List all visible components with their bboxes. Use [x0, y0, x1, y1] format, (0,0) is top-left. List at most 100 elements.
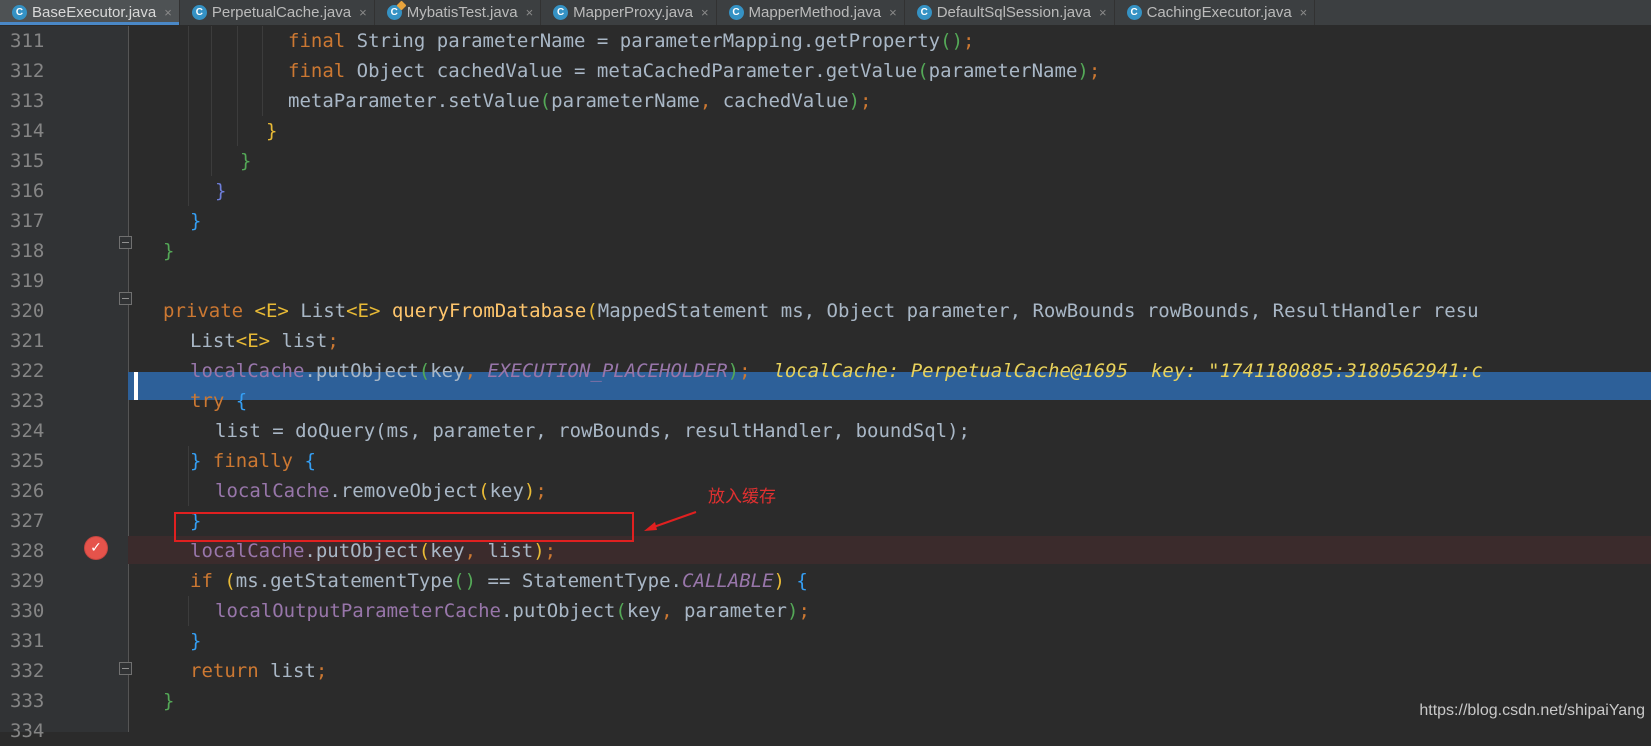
code-line[interactable]: 323 try {	[0, 386, 1651, 416]
line-number: 316	[10, 180, 45, 202]
tab-mybatistest[interactable]: C MybatisTest.java ×	[375, 0, 542, 25]
line-number: 312	[10, 60, 45, 82]
close-icon[interactable]: ×	[889, 5, 897, 20]
class-icon-letter: C	[732, 7, 740, 18]
code-text[interactable]: }	[215, 176, 226, 206]
tab-mappermethod[interactable]: C MapperMethod.java ×	[717, 0, 905, 25]
code-line[interactable]: 332 return list;	[0, 656, 1651, 686]
line-number: 318	[10, 240, 45, 262]
class-icon-letter: C	[920, 7, 928, 18]
code-text[interactable]: private <E> List<E> queryFromDatabase(Ma…	[163, 296, 1479, 326]
code-text[interactable]: localOutputParameterCache.putObject(key,…	[215, 596, 810, 626]
tab-baseexecutor[interactable]: C BaseExecutor.java ×	[0, 0, 180, 25]
line-number: 326	[10, 480, 45, 502]
watermark: https://blog.csdn.net/shipaiYang	[1419, 702, 1645, 719]
line-number: 317	[10, 210, 45, 232]
line-number: 313	[10, 90, 45, 112]
code-line[interactable]: 326 localCache.removeObject(key);	[0, 476, 1651, 506]
java-class-icon: C	[553, 5, 569, 20]
code-text[interactable]: localCache.putObject(key, EXECUTION_PLAC…	[190, 356, 1483, 386]
code-text[interactable]: }	[240, 146, 251, 176]
line-number: 332	[10, 660, 45, 682]
line-number: 311	[10, 30, 45, 52]
annotation-highlight-box	[174, 512, 634, 542]
code-text[interactable]: metaParameter.setValue(parameterName, ca…	[288, 86, 871, 116]
code-line[interactable]: 313 metaParameter.setValue(parameterName…	[0, 86, 1651, 116]
line-number: 331	[10, 630, 45, 652]
code-line[interactable]: 314 }	[0, 116, 1651, 146]
line-number: 314	[10, 120, 45, 142]
tab-defaultsqlsession[interactable]: C DefaultSqlSession.java ×	[905, 0, 1115, 25]
line-number: 324	[10, 420, 45, 442]
code-line[interactable]: 331 }	[0, 626, 1651, 656]
tab-label: CachingExecutor.java	[1146, 4, 1292, 21]
tab-mapperproxy[interactable]: C MapperProxy.java ×	[541, 0, 717, 25]
code-line-execution-point[interactable]: 322 localCache.putObject(key, EXECUTION_…	[0, 356, 1651, 386]
code-line[interactable]: 333 }	[0, 686, 1651, 716]
code-text[interactable]: } finally {	[190, 446, 316, 476]
code-text[interactable]: list = doQuery(ms, parameter, rowBounds,…	[215, 416, 970, 446]
line-number: 319	[10, 270, 45, 292]
line-number: 322	[10, 360, 45, 382]
annotation-arrow-icon	[644, 511, 697, 531]
code-text[interactable]: List<E> list;	[190, 326, 339, 356]
code-text[interactable]: final Object cachedValue = metaCachedPar…	[288, 56, 1100, 86]
code-line[interactable]: 334	[0, 716, 1651, 746]
java-class-icon: C	[1126, 5, 1142, 20]
tab-label: PerpetualCache.java	[211, 4, 352, 21]
code-line[interactable]: 321 List<E> list;	[0, 326, 1651, 356]
code-line[interactable]: 315 }	[0, 146, 1651, 176]
code-text[interactable]: }	[266, 116, 277, 146]
close-icon[interactable]: ×	[526, 5, 534, 20]
code-line[interactable]: 320 private <E> List<E> queryFromDatabas…	[0, 296, 1651, 326]
code-line[interactable]: 311 final String parameterName = paramet…	[0, 26, 1651, 56]
class-icon-letter: C	[390, 7, 398, 18]
code-editor[interactable]: ✓ 311 final String parameterName = param…	[0, 26, 1651, 742]
code-text[interactable]: }	[163, 236, 174, 266]
code-text[interactable]: return list;	[190, 656, 327, 686]
line-number: 327	[10, 510, 45, 532]
code-line[interactable]: 319	[0, 266, 1651, 296]
class-icon-letter: C	[557, 7, 565, 18]
code-text[interactable]: final String parameterName = parameterMa…	[288, 26, 974, 56]
java-class-icon: C	[12, 5, 27, 20]
code-line[interactable]: 317 }	[0, 206, 1651, 236]
line-number: 320	[10, 300, 45, 322]
code-text[interactable]: localCache.removeObject(key);	[215, 476, 547, 506]
editor-tab-bar: C BaseExecutor.java × C PerpetualCache.j…	[0, 0, 1651, 26]
line-number: 325	[10, 450, 45, 472]
code-line[interactable]: 329 if (ms.getStatementType() == Stateme…	[0, 566, 1651, 596]
tab-label: MapperProxy.java	[573, 4, 693, 21]
class-icon-letter: C	[195, 7, 203, 18]
tab-label: MybatisTest.java	[406, 4, 518, 21]
java-class-icon: C	[191, 5, 207, 20]
tab-label: BaseExecutor.java	[32, 4, 157, 21]
code-text[interactable]: }	[190, 626, 201, 656]
code-text[interactable]: }	[190, 206, 201, 236]
close-icon[interactable]: ×	[164, 5, 172, 20]
close-icon[interactable]: ×	[1300, 5, 1308, 20]
tab-perpetualcache[interactable]: C PerpetualCache.java ×	[180, 0, 375, 25]
code-line[interactable]: 316 }	[0, 176, 1651, 206]
code-line[interactable]: 318 }	[0, 236, 1651, 266]
tab-label: MapperMethod.java	[748, 4, 882, 21]
line-number: 315	[10, 150, 45, 172]
code-text[interactable]: if (ms.getStatementType() == StatementTy…	[190, 566, 808, 596]
runnable-class-icon: C	[386, 0, 407, 20]
close-icon[interactable]: ×	[359, 5, 367, 20]
close-icon[interactable]: ×	[701, 5, 709, 20]
line-number: 334	[10, 720, 45, 742]
java-class-icon: C	[916, 5, 932, 20]
line-number: 329	[10, 570, 45, 592]
code-line[interactable]: 330 localOutputParameterCache.putObject(…	[0, 596, 1651, 626]
code-text[interactable]: }	[163, 686, 174, 716]
java-class-icon: C	[728, 5, 744, 20]
code-line[interactable]: 324 list = doQuery(ms, parameter, rowBou…	[0, 416, 1651, 446]
line-number: 323	[10, 390, 45, 412]
close-icon[interactable]: ×	[1099, 5, 1107, 20]
tab-cachingexecutor[interactable]: C CachingExecutor.java ×	[1115, 0, 1316, 25]
line-number: 333	[10, 690, 45, 712]
code-line[interactable]: 325 } finally {	[0, 446, 1651, 476]
code-line[interactable]: 312 final Object cachedValue = metaCache…	[0, 56, 1651, 86]
code-text[interactable]: try {	[190, 386, 247, 416]
